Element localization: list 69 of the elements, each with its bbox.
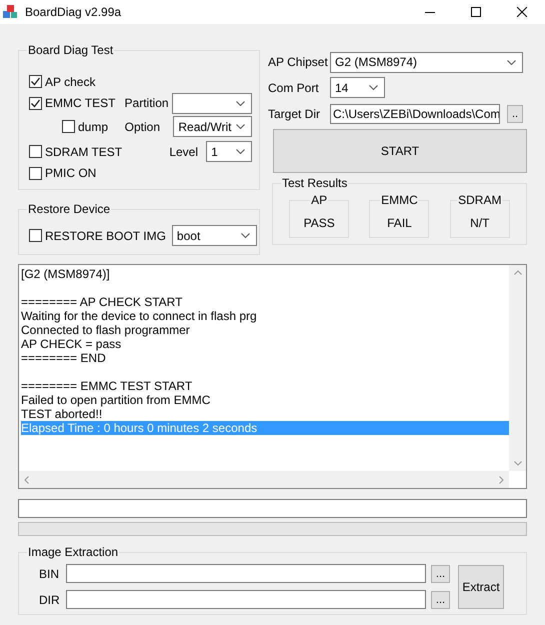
log-line: ======== AP CHECK START xyxy=(21,295,184,309)
log-line: ======== END xyxy=(21,351,107,365)
checkmark-icon xyxy=(30,76,41,87)
result-name: AP xyxy=(310,193,328,207)
field-label: DIR xyxy=(39,592,61,608)
start-button[interactable]: START xyxy=(273,129,527,173)
checkbox-label: PMIC ON xyxy=(45,165,96,182)
input-field[interactable] xyxy=(66,590,426,609)
field-label: BIN xyxy=(39,566,60,582)
caret-icon xyxy=(236,149,245,154)
caret-icon xyxy=(369,85,378,90)
scroll-right-icon xyxy=(499,476,504,484)
result-value: PASS xyxy=(304,215,335,232)
checkbox[interactable] xyxy=(29,166,42,180)
caret-icon xyxy=(240,233,250,238)
field-label: Partition xyxy=(124,95,170,112)
checkbox-label: AP check xyxy=(45,74,96,90)
result-name: SDRAM xyxy=(457,193,502,207)
result-name: EMMC xyxy=(380,193,419,207)
dropdown[interactable]: G2 (MSM8974) xyxy=(330,52,523,72)
dropdown[interactable]: 14 xyxy=(330,77,385,98)
scroll-down-icon xyxy=(514,461,522,466)
caret-icon xyxy=(236,100,245,106)
dropdown[interactable]: boot xyxy=(172,225,257,246)
field-label: Com Port xyxy=(268,80,320,96)
browse-button[interactable]: .. xyxy=(507,104,523,122)
window-title: BoardDiag v2.99a xyxy=(25,4,122,21)
input-field[interactable] xyxy=(66,564,426,583)
log-line: Failed to open partition from EMMC xyxy=(21,393,212,407)
dropdown[interactable] xyxy=(172,92,252,114)
field-label: Target Dir xyxy=(268,106,322,122)
extract-button[interactable]: Extract xyxy=(458,564,504,608)
dropdown[interactable]: Read/Writ xyxy=(173,116,252,137)
log-line: Waiting for the device to connect in flash prg xyxy=(21,309,258,323)
field-label: AP Chipset xyxy=(268,54,329,71)
checkbox[interactable] xyxy=(29,96,42,110)
result-value: FAIL xyxy=(387,215,412,232)
log-line: [G2 (MSM8974)] xyxy=(21,267,111,281)
log-line: TEST aborted!! xyxy=(21,407,104,421)
checkbox[interactable] xyxy=(29,75,42,88)
scroll-left-icon xyxy=(24,476,29,484)
maximize-icon xyxy=(471,7,481,17)
checkbox[interactable] xyxy=(62,120,75,133)
checkbox[interactable] xyxy=(29,229,42,242)
checkmark-icon xyxy=(30,98,41,108)
checkbox-label: dump xyxy=(78,118,108,136)
field-label: Option xyxy=(124,118,161,136)
field-label: Level xyxy=(169,144,200,160)
group-title: Image Extraction xyxy=(27,544,120,560)
close-icon xyxy=(517,7,527,17)
dropdown[interactable]: 1 xyxy=(206,141,252,162)
checkbox-label: SDRAM TEST xyxy=(45,144,122,160)
checkbox[interactable] xyxy=(29,145,42,158)
browse-button[interactable]: ... xyxy=(431,590,450,608)
result-value: N/T xyxy=(470,215,490,232)
horizontal-scrollbar[interactable] xyxy=(19,471,509,488)
browse-button[interactable]: ... xyxy=(431,564,450,582)
group-title: Board Diag Test xyxy=(27,42,114,58)
log-line: ======== EMMC TEST START xyxy=(21,379,194,393)
caret-icon xyxy=(507,60,516,64)
status-field[interactable] xyxy=(18,499,527,518)
checkbox-label: RESTORE BOOT IMG xyxy=(45,228,166,244)
scroll-up-icon xyxy=(514,270,522,275)
log-line: Connected to flash programmer xyxy=(21,323,191,337)
caret-icon xyxy=(236,124,245,129)
checkbox-label: EMMC TEST xyxy=(45,95,116,112)
vertical-scrollbar[interactable] xyxy=(509,265,526,471)
log-line: AP CHECK = pass xyxy=(21,337,122,351)
app-icon xyxy=(2,4,18,20)
